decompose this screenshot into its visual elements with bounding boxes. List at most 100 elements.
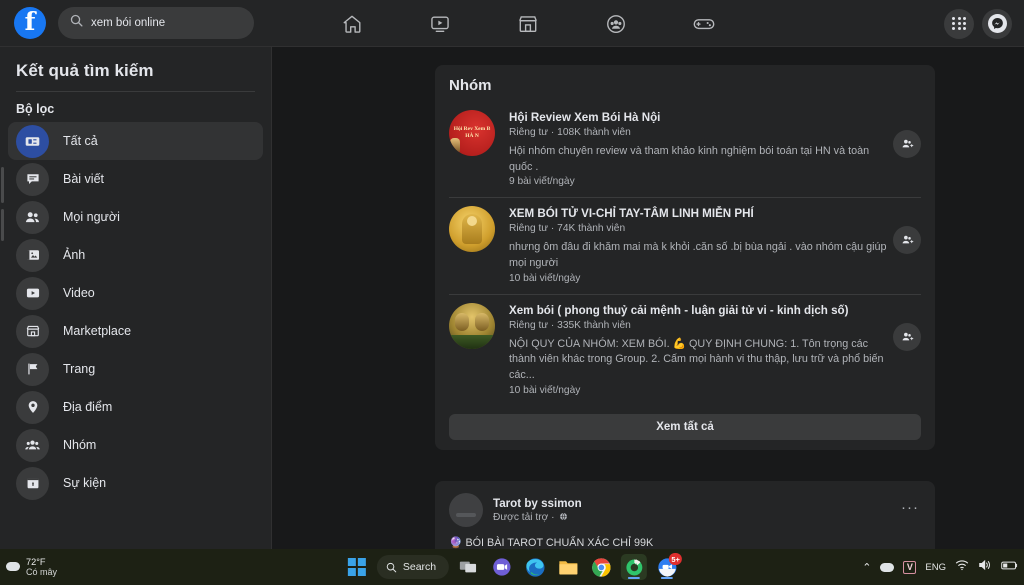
search-results-main: Nhóm Hội Rev Xem B HÀ N Hội Review Xem B… <box>272 47 1024 549</box>
edge-icon[interactable] <box>522 554 548 580</box>
groups-icon[interactable] <box>594 7 638 41</box>
globe-icon <box>559 512 568 524</box>
unikey-icon[interactable]: V <box>903 560 917 574</box>
group-result-row[interactable]: XEM BÓI TỬ VI-CHỈ TAY-TÂM LINH MIỄN PHÍ … <box>435 198 935 293</box>
video-icon <box>16 276 49 310</box>
sidebar-item-label: Marketplace <box>63 324 132 338</box>
group-description: nhưng ôm đâu đi khăm mai mà k khỏi .căn … <box>509 241 887 270</box>
sidebar-item-groups[interactable]: Nhóm <box>8 426 263 464</box>
search-query-text: xem bói online <box>91 17 166 29</box>
group-post-rate: 10 bài viết/ngày <box>509 384 581 396</box>
group-meta: Riêng tư · 108K thành viên <box>509 127 631 139</box>
sidebar-divider <box>16 91 255 92</box>
join-group-button[interactable] <box>893 130 921 158</box>
sponsored-post-header: Tarot by ssimon Được tải trợ · ··· <box>435 491 935 527</box>
taskbar-search-label: Search <box>402 561 437 573</box>
home-icon[interactable] <box>330 7 374 41</box>
chrome-icon[interactable] <box>588 554 614 580</box>
sidebar-item-label: Trang <box>63 362 96 376</box>
groups-icon <box>16 428 49 462</box>
facebook-top-bar: f xem bói online <box>0 0 1024 47</box>
sidebar-item-video[interactable]: Video <box>8 274 263 312</box>
photo-icon <box>16 238 49 272</box>
sidebar-item-photos[interactable]: Ảnh <box>8 236 263 274</box>
sponsored-label: Được tải trợ · <box>493 512 555 523</box>
task-view-icon[interactable] <box>456 554 482 580</box>
app-running-indicator <box>628 577 641 579</box>
sidebar-item-label: Mọi người <box>63 210 120 224</box>
system-tray: ⌃ V ENG <box>862 558 1018 576</box>
group-post-rate: 10 bài viết/ngày <box>509 272 581 284</box>
sidebar-item-label: Bài viết <box>63 172 104 186</box>
groups-section-title: Nhóm <box>449 77 492 94</box>
tray-expand-chevron-icon[interactable]: ⌃ <box>862 561 871 574</box>
avatar[interactable] <box>449 493 483 527</box>
marketplace-icon <box>16 314 49 348</box>
join-group-button[interactable] <box>893 322 921 351</box>
search-button[interactable]: Search <box>376 555 450 579</box>
groups-results-card: Nhóm Hội Rev Xem B HÀ N Hội Review Xem B… <box>435 65 935 450</box>
video-icon[interactable] <box>418 7 462 41</box>
volume-icon[interactable] <box>978 558 992 576</box>
cloud-icon <box>6 562 20 572</box>
group-result-row[interactable]: Hội Rev Xem B HÀ N Hội Review Xem Bói Hà… <box>435 102 935 197</box>
cloud-icon[interactable] <box>880 562 895 572</box>
green-app-icon[interactable] <box>621 554 648 580</box>
file-explorer-icon[interactable] <box>555 554 581 580</box>
primary-navigation <box>330 0 726 47</box>
sponsored-post-card: Tarot by ssimon Được tải trợ · ··· 🔮 BÓI… <box>435 481 935 549</box>
sidebar-item-events[interactable]: Sự kiện <box>8 464 263 502</box>
weather-widget[interactable]: 72°F Có mây <box>6 557 57 578</box>
see-all-groups-button[interactable]: Xem tất cả <box>449 413 921 440</box>
group-result-row[interactable]: Xem bói ( phong thuỷ cải mệnh - luận giả… <box>435 295 935 406</box>
top-bar-actions <box>944 0 1012 47</box>
group-name[interactable]: XEM BÓI TỬ VI-CHỈ TAY-TÂM LINH MIỄN PHÍ <box>509 206 887 221</box>
messenger-icon[interactable] <box>982 8 1012 39</box>
sidebar-item-label: Ảnh <box>63 248 86 262</box>
all-icon <box>16 124 49 158</box>
group-name[interactable]: Xem bói ( phong thuỷ cải mệnh - luận giả… <box>509 303 887 318</box>
facebook-logo[interactable]: f <box>14 7 46 39</box>
wifi-icon[interactable] <box>955 558 969 576</box>
sidebar-item-places[interactable]: Địa điểm <box>8 388 263 426</box>
sidebar-item-label: Sự kiện <box>63 476 107 490</box>
battery-icon[interactable] <box>1001 558 1018 576</box>
zoom-notification-badge: 5+ <box>669 553 683 565</box>
group-avatar: Hội Rev Xem B HÀ N <box>449 110 495 156</box>
teams-icon[interactable] <box>489 554 515 580</box>
sidebar-item-pages[interactable]: Trang <box>8 350 263 388</box>
sidebar-item-all[interactable]: Tất cả <box>8 122 263 160</box>
sidebar-scrollbar[interactable] <box>1 167 4 203</box>
group-meta: Riêng tư · 335K thành viên <box>509 319 631 331</box>
search-filters-sidebar: Kết quả tìm kiếm Bộ lọc Tất cả Bài viết … <box>0 47 272 549</box>
taskbar-apps: Search 5+ <box>344 553 683 580</box>
filters-heading: Bộ lọc <box>16 102 55 116</box>
sidebar-item-posts[interactable]: Bài viết <box>8 160 263 198</box>
sidebar-item-people[interactable]: Mọi người <box>8 198 263 236</box>
app-running-indicator <box>661 577 674 579</box>
weather-description: Có mây <box>26 567 58 578</box>
sidebar-scrollbar-secondary[interactable] <box>1 209 4 241</box>
search-input[interactable]: xem bói online <box>58 7 254 39</box>
group-post-rate: 9 bài viết/ngày <box>509 176 575 188</box>
post-options-button[interactable]: ··· <box>901 499 919 516</box>
windows-taskbar: 72°F Có mây Search 5+ ⌃ V ENG <box>0 549 1024 585</box>
sponsored-post-body: 🔮BÓI BÀI TAROT CHUẨN XÁC CHỈ 99K ❓Người … <box>435 527 935 549</box>
group-name[interactable]: Hội Review Xem Bói Hà Nội <box>509 110 887 125</box>
menu-grid-icon[interactable] <box>944 8 974 39</box>
group-description: Hội nhóm chuyên review và tham khảo kinh… <box>509 145 870 173</box>
sidebar-item-marketplace[interactable]: Marketplace <box>8 312 263 350</box>
page-title: Kết quả tìm kiếm <box>16 61 154 80</box>
gaming-icon[interactable] <box>682 7 726 41</box>
search-icon <box>70 14 83 32</box>
language-indicator[interactable]: ENG <box>925 562 946 573</box>
weather-temperature: 72°F <box>26 556 46 567</box>
people-icon <box>16 200 49 234</box>
group-description: NỘI QUY CỦA NHÓM: XEM BÓI. 💪 QUY ĐỊNH CH… <box>509 337 884 382</box>
marketplace-icon[interactable] <box>506 7 550 41</box>
sponsored-page-name[interactable]: Tarot by ssimon <box>493 497 582 510</box>
sidebar-item-label: Địa điểm <box>63 400 113 414</box>
zoom-icon[interactable]: 5+ <box>654 553 683 580</box>
start-button[interactable] <box>344 554 370 580</box>
event-icon <box>16 466 49 500</box>
